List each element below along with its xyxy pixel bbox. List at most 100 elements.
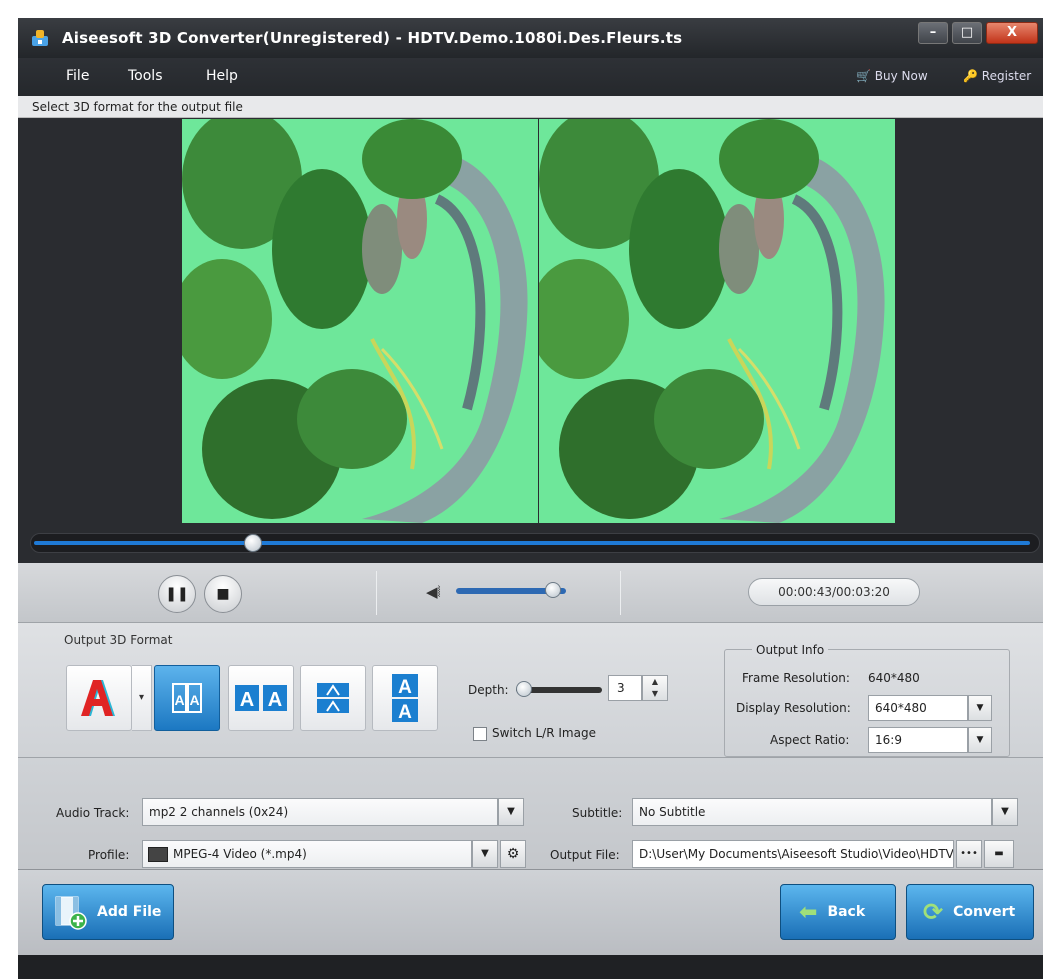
output-options: Audio Track: mp2 2 channels (0x24) ▼ Sub… (18, 758, 1043, 870)
profile-settings-button[interactable]: ⚙ (500, 840, 526, 868)
format-top-bottom-half-button[interactable] (300, 665, 366, 731)
window-title: Aiseesoft 3D Converter(Unregistered) - H… (62, 29, 683, 47)
top-bottom-half-icon (317, 683, 349, 713)
open-folder-button[interactable]: ▬ (984, 840, 1014, 868)
cart-icon: 🛒 (856, 69, 871, 83)
menu-tools[interactable]: Tools (128, 68, 163, 84)
top-bottom-full-icon: A A (392, 674, 418, 723)
playback-controls: ❚❚ ■ ◀⦚ 00:00:43/00:03:20 (18, 563, 1043, 623)
profile-value: MPEG-4 Video (*.mp4) (173, 847, 307, 861)
svg-text:A: A (398, 677, 412, 698)
back-button[interactable]: ⬅ Back (780, 884, 896, 940)
gear-icon: ⚙ (506, 846, 520, 862)
preview-right-image (539, 119, 895, 523)
preview-left-frame (182, 119, 538, 523)
close-button[interactable]: X (986, 22, 1038, 44)
depth-spinner[interactable]: ▲ ▼ (642, 675, 668, 701)
frame-resolution-label: Frame Resolution: (742, 671, 850, 685)
seek-area (18, 523, 1043, 563)
profile-format-icon (148, 847, 168, 862)
folder-icon: ▬ (994, 848, 1004, 859)
preview-left-image (182, 119, 538, 523)
aspect-ratio-dropdown-arrow[interactable]: ▼ (968, 727, 992, 753)
back-arrow-icon: ⬅ (799, 899, 818, 925)
audio-track-dropdown-arrow[interactable]: ▼ (498, 798, 524, 826)
format-anaglyph-button[interactable] (66, 665, 132, 731)
register-label: Register (981, 69, 1032, 83)
volume-icon[interactable]: ◀⦚ (426, 583, 441, 601)
status-bar (18, 955, 1043, 979)
display-resolution-select[interactable]: 640*480 (868, 695, 968, 721)
register-link[interactable]: 🔑 Register (963, 69, 1031, 83)
key-icon: 🔑 (963, 69, 978, 83)
pause-icon: ❚❚ (165, 586, 189, 602)
profile-select[interactable]: MPEG-4 Video (*.mp4) (142, 840, 472, 868)
svg-text:A: A (398, 702, 412, 723)
svg-text:A: A (189, 692, 199, 708)
maximize-button[interactable]: □ (952, 22, 982, 44)
audio-track-select[interactable]: mp2 2 channels (0x24) (142, 798, 498, 826)
format-panel: Output 3D Format ▾ A A A A A A Depth: 3 … (18, 623, 1043, 758)
seek-thumb[interactable] (244, 534, 263, 552)
convert-refresh-icon: ⟳ (923, 898, 944, 926)
bottom-bar: Add File ⬅ Back ⟳ Convert (18, 870, 1043, 955)
subtitle-label: Subtitle: (572, 806, 623, 820)
display-resolution-dropdown-arrow[interactable]: ▼ (968, 695, 992, 721)
preview-right-frame (539, 119, 895, 523)
pause-button[interactable]: ❚❚ (158, 575, 196, 613)
depth-thumb[interactable] (516, 681, 532, 697)
menu-help[interactable]: Help (206, 68, 238, 84)
menu-bar: File Tools Help 🛒 Buy Now 🔑 Register (18, 58, 1043, 96)
svg-text:A: A (174, 692, 184, 708)
seek-progress (34, 541, 1030, 545)
frame-resolution-value: 640*480 (868, 671, 920, 685)
buy-now-label: Buy Now (874, 69, 928, 83)
title-bar: Aiseesoft 3D Converter(Unregistered) - H… (18, 18, 1043, 58)
display-resolution-label: Display Resolution: (736, 701, 851, 715)
convert-label: Convert (953, 904, 1016, 920)
add-file-button[interactable]: Add File (42, 884, 174, 940)
subtitle-select[interactable]: No Subtitle (632, 798, 992, 826)
output-file-field[interactable]: D:\User\My Documents\Aiseesoft Studio\Vi… (632, 840, 954, 868)
back-label: Back (827, 904, 866, 920)
side-by-side-half-icon: A A (172, 683, 202, 713)
separator (376, 571, 377, 615)
aspect-ratio-select[interactable]: 16:9 (868, 727, 968, 753)
app-window: Aiseesoft 3D Converter(Unregistered) - H… (18, 18, 1043, 979)
switch-lr-label: Switch L/R Image (492, 726, 596, 740)
stop-button[interactable]: ■ (204, 575, 242, 613)
minimize-button[interactable]: – (918, 22, 948, 44)
anaglyph-dropdown-button[interactable]: ▾ (132, 665, 152, 731)
depth-value-field[interactable]: 3 (608, 675, 642, 701)
svg-text:A: A (240, 689, 254, 711)
audio-track-label: Audio Track: (56, 806, 130, 820)
format-top-bottom-full-button[interactable]: A A (372, 665, 438, 731)
format-side-by-side-half-button[interactable]: A A (154, 665, 220, 731)
side-by-side-full-icon: A A (235, 685, 287, 711)
add-file-label: Add File (97, 904, 162, 920)
buy-now-link[interactable]: 🛒 Buy Now (856, 69, 928, 83)
switch-lr-checkbox[interactable] (473, 727, 487, 741)
output-info-title: Output Info (752, 643, 829, 657)
aspect-ratio-label: Aspect Ratio: (770, 733, 850, 747)
depth-label: Depth: (468, 683, 509, 697)
time-display: 00:00:43/00:03:20 (748, 578, 920, 606)
add-file-icon (55, 896, 87, 930)
profile-dropdown-arrow[interactable]: ▼ (472, 840, 498, 868)
svg-text:A: A (268, 689, 282, 711)
profile-label: Profile: (88, 848, 130, 862)
subtitle-dropdown-arrow[interactable]: ▼ (992, 798, 1018, 826)
convert-button[interactable]: ⟳ Convert (906, 884, 1034, 940)
menu-file[interactable]: File (66, 68, 89, 84)
format-side-by-side-full-button[interactable]: A A (228, 665, 294, 731)
format-panel-title: Output 3D Format (64, 633, 173, 647)
output-file-browse-button[interactable]: ••• (956, 840, 982, 868)
separator (620, 571, 621, 615)
volume-thumb[interactable] (544, 582, 561, 598)
video-preview[interactable] (18, 119, 1043, 523)
stop-icon: ■ (216, 586, 230, 602)
anaglyph-icon (81, 680, 115, 716)
output-file-label: Output File: (550, 848, 620, 862)
hint-text: Select 3D format for the output file (18, 96, 1043, 118)
app-logo-icon (32, 30, 48, 46)
